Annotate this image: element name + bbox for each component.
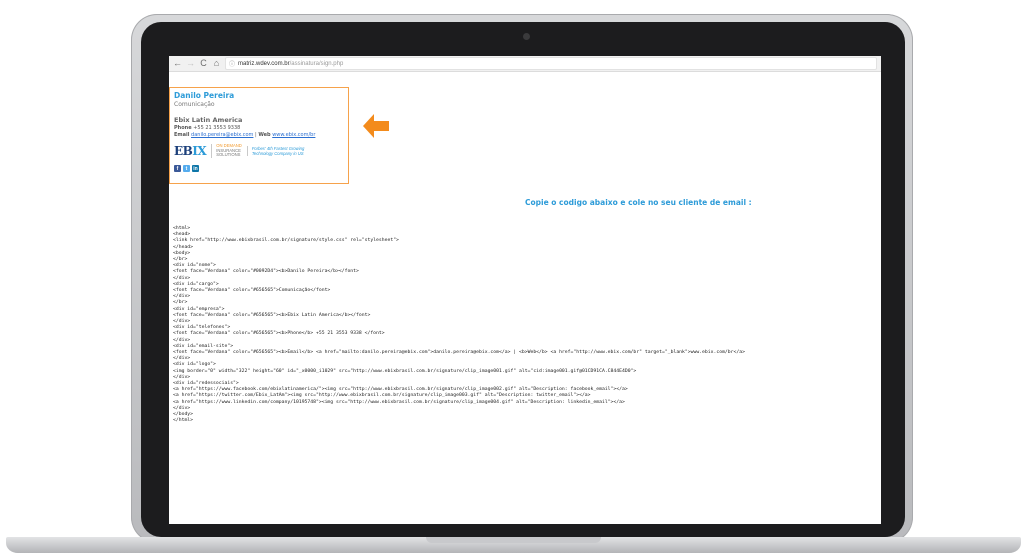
- web-link[interactable]: www.ebix.com/br: [272, 132, 315, 138]
- laptop-notch: [426, 537, 601, 543]
- signature-preview: Danilo Pereira Comunicação Ebix Latin Am…: [169, 87, 349, 184]
- back-arrow-icon[interactable]: ←: [173, 59, 182, 68]
- phone-number: +55 21 3553 9338: [193, 125, 241, 131]
- tagline-3: SOLUTIONS: [216, 152, 241, 158]
- tagline-ondemand: ON DEMAND INSURANCE SOLUTIONS: [211, 143, 242, 158]
- email-link[interactable]: danilo.pereira@ebix.com: [191, 132, 253, 138]
- laptop-screen: ← → C ⌂ ⓘ matriz.wdev.com.br/assinatura/…: [169, 56, 881, 524]
- camera-icon: [523, 33, 530, 40]
- url-host: matriz.wdev.com.br: [238, 60, 290, 67]
- logo-row: EBIX ON DEMAND INSURANCE SOLUTIONS Forbe…: [174, 143, 344, 158]
- email-label: Email: [174, 132, 190, 138]
- facebook-icon[interactable]: f: [174, 165, 181, 172]
- linkedin-icon[interactable]: in: [192, 165, 199, 172]
- home-icon[interactable]: ⌂: [212, 59, 221, 68]
- signature-company: Ebix Latin America: [174, 116, 243, 124]
- logo-part-a: EB: [174, 144, 193, 158]
- social-icons: f t in: [174, 165, 344, 172]
- address-bar[interactable]: ⓘ matriz.wdev.com.br/assinatura/sign.php: [225, 57, 877, 70]
- ebix-logo: EBIX: [174, 144, 207, 158]
- twitter-icon[interactable]: t: [183, 165, 190, 172]
- logo-part-b: IX: [192, 144, 207, 158]
- separator: |: [255, 132, 257, 138]
- code-line: <font face="Verdana" color="#656565"><b>…: [173, 350, 745, 356]
- reload-icon[interactable]: C: [199, 59, 208, 68]
- forward-arrow-icon[interactable]: →: [186, 59, 195, 68]
- signature-phone-line: Phone +55 21 3553 9338: [174, 125, 344, 131]
- orange-arrow-icon: [363, 114, 389, 138]
- tagline-forbes: Forbes' 4th Fastest Growing Technology C…: [246, 145, 304, 157]
- signature-name: Danilo Pereira: [174, 91, 235, 100]
- copy-instruction: Copie o codigo abaixo e cole no seu clie…: [525, 198, 752, 207]
- signature-html-code[interactable]: <html> <head> <link href="http://www.ebixb…: [173, 226, 745, 425]
- browser-toolbar: ← → C ⌂ ⓘ matriz.wdev.com.br/assinatura/…: [169, 56, 881, 72]
- signature-role: Comunicação: [174, 101, 215, 108]
- web-label: Web: [258, 132, 271, 138]
- code-line: </html>: [173, 418, 194, 424]
- phone-label: Phone: [174, 125, 192, 131]
- url-path: /assinatura/sign.php: [289, 60, 344, 67]
- info-icon[interactable]: ⓘ: [229, 59, 235, 68]
- tagline-5: Technology Company in US: [251, 151, 304, 156]
- signature-email-line: Email danilo.pereira@ebix.com | Web www.…: [174, 132, 344, 138]
